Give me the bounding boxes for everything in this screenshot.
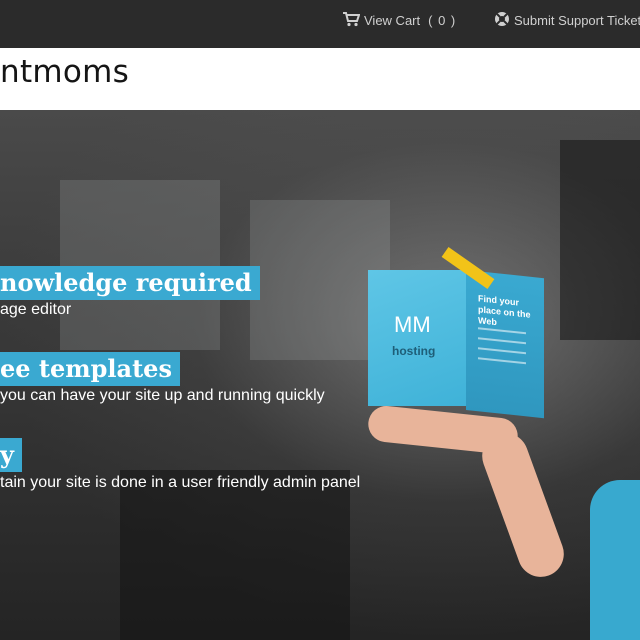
view-cart-label: View Cart [364,12,421,28]
feature-title-2: ee templates [0,352,180,386]
box-side-title: Find your place on the Web [478,293,531,328]
person-arm [475,426,571,584]
submit-ticket-link[interactable]: Submit Support Ticket [494,0,640,40]
hosting-box-side: Find your place on the Web [466,270,544,419]
box-side-line [478,357,526,365]
box-logo-sub: hosting [392,344,436,358]
background-shelf [560,140,640,340]
feature-title-1: nowledge required [0,266,260,300]
support-icon [494,11,510,30]
background-window [60,180,220,350]
box-side-line [478,347,526,355]
feature-subtitle-1: age editor [0,301,72,318]
logo-bar: ntmoms [0,48,640,110]
feature-subtitle-2: you can have your site up and running qu… [0,387,325,404]
box-logo: MM [394,312,431,337]
hosting-box-front: MM hosting [368,270,466,406]
hero-banner: nowledge required age editor ee template… [0,110,640,640]
box-side-line [478,337,526,345]
top-bar: View Cart ( 0 ) Submit Support Ticket [0,0,640,48]
view-cart-link[interactable]: View Cart ( 0 ) [342,0,456,40]
background-furniture [120,470,350,640]
cart-icon [342,11,361,30]
site-logo[interactable]: ntmoms [0,54,129,90]
person-shirt [590,480,640,640]
feature-title-3: y [0,438,22,472]
feature-subtitle-3: tain your site is done in a user friendl… [0,474,361,491]
submit-ticket-label: Submit Support Ticket [514,12,640,28]
cart-count: ( 0 ) [428,12,457,28]
